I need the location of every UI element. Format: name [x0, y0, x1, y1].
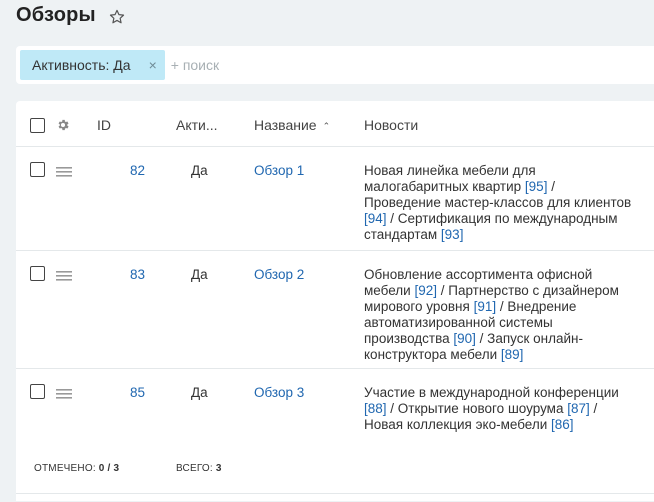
row-id-link[interactable]: 83	[95, 267, 145, 282]
divider	[16, 493, 654, 494]
row-active-value: Да	[191, 163, 208, 178]
total-label: ВСЕГО:	[176, 463, 213, 474]
column-header-active[interactable]: Акти...	[176, 117, 218, 133]
row-news-list: Обновление ассортимента офисной мебели […	[364, 267, 634, 363]
row-id-link[interactable]: 82	[95, 163, 145, 178]
gear-icon[interactable]	[56, 118, 70, 135]
table-header: ID Акти... Название ⌃ Новости	[16, 101, 654, 147]
news-ref-link[interactable]: [93]	[441, 227, 464, 242]
total-value: 3	[215, 463, 222, 474]
table-row[interactable]: 83 Да Обзор 2 Обновление ассортимента офисн…	[16, 251, 654, 369]
column-header-id[interactable]: ID	[97, 117, 111, 133]
news-ref-link[interactable]: [94]	[364, 211, 387, 226]
news-ref-link[interactable]: [91]	[474, 299, 497, 314]
column-header-name[interactable]: Название ⌃	[254, 117, 330, 133]
close-icon[interactable]: ×	[149, 57, 157, 73]
news-ref-link[interactable]: [89]	[501, 347, 524, 362]
news-ref-link[interactable]: [87]	[567, 401, 590, 416]
selected-value: 0 / 3	[98, 463, 120, 474]
row-active-value: Да	[191, 385, 208, 400]
news-title: / Сертификация по международным стандарт…	[364, 211, 618, 242]
row-name-link[interactable]: Обзор 3	[254, 385, 304, 400]
table-row[interactable]: 85 Да Обзор 3 Участие в международной конфе…	[16, 369, 654, 441]
column-header-name-label: Название	[254, 117, 317, 133]
row-active-value: Да	[191, 267, 208, 282]
row-checkbox[interactable]	[30, 162, 45, 177]
drag-handle-icon[interactable]	[56, 165, 72, 180]
column-header-news[interactable]: Новости	[364, 117, 418, 133]
data-grid: ID Акти... Название ⌃ Новости 82 Да Обзор 1…	[16, 101, 654, 501]
page-header: Обзоры	[16, 4, 126, 27]
row-name-link[interactable]: Обзор 2	[254, 267, 304, 282]
grid-footer: ОТМЕЧЕНО: 0 / 3 ВСЕГО: 3	[16, 451, 654, 491]
table-row[interactable]: 82 Да Обзор 1 Новая линейка мебели для мало…	[16, 147, 654, 251]
selected-counter: ОТМЕЧЕНО: 0 / 3	[34, 463, 119, 474]
news-ref-link[interactable]: [90]	[453, 331, 476, 346]
drag-handle-icon[interactable]	[56, 269, 72, 284]
row-id-link[interactable]: 85	[95, 385, 145, 400]
row-news-list: Участие в международной конференции [88]…	[364, 385, 634, 433]
total-counter: ВСЕГО: 3	[176, 463, 222, 474]
select-all-checkbox[interactable]	[30, 118, 45, 133]
star-icon[interactable]	[108, 8, 126, 26]
page-title: Обзоры	[16, 4, 96, 26]
news-title: Участие в международной конференции	[364, 385, 619, 400]
news-ref-link[interactable]: [86]	[551, 417, 574, 432]
sort-ascending-icon: ⌃	[322, 120, 331, 131]
search-input[interactable]	[170, 57, 371, 73]
row-news-list: Новая линейка мебели для малогабаритных …	[364, 163, 634, 243]
filter-bar[interactable]: Активность: Да ×	[16, 46, 654, 84]
news-title: Новая линейка мебели для малогабаритных …	[364, 163, 536, 194]
news-ref-link[interactable]: [95]	[525, 179, 548, 194]
selected-label: ОТМЕЧЕНО:	[34, 463, 96, 474]
row-checkbox[interactable]	[30, 384, 45, 399]
drag-handle-icon[interactable]	[56, 387, 72, 402]
row-name-link[interactable]: Обзор 1	[254, 163, 304, 178]
row-checkbox[interactable]	[30, 266, 45, 281]
news-title: / Открытие нового шоурума	[386, 401, 568, 416]
news-ref-link[interactable]: [88]	[364, 401, 387, 416]
filter-chip-activity[interactable]: Активность: Да ×	[20, 50, 165, 80]
news-ref-link[interactable]: [92]	[414, 283, 437, 298]
filter-chip-label: Активность: Да	[32, 57, 131, 73]
